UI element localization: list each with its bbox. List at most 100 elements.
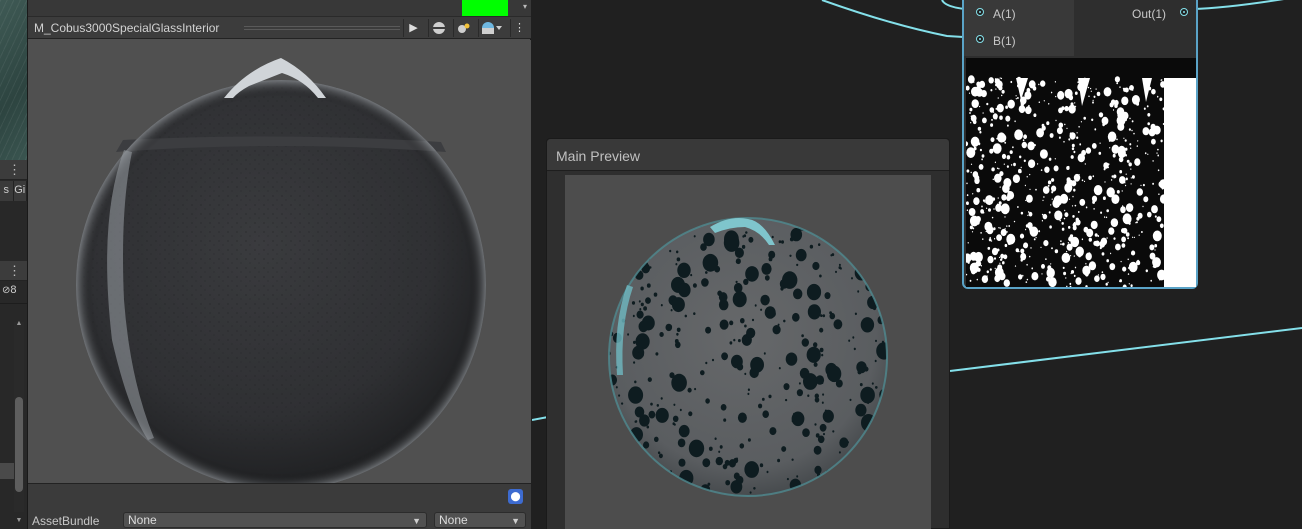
droplet-spot xyxy=(881,290,884,293)
main-preview-header[interactable]: Main Preview xyxy=(547,139,949,171)
droplet-dot xyxy=(1077,153,1085,163)
droplet-dot xyxy=(1131,120,1134,123)
shader-node[interactable]: A(1) B(1) Out(1) xyxy=(962,0,1198,289)
droplet-dot xyxy=(1133,236,1135,239)
droplet-spot xyxy=(821,401,824,404)
droplet-dot xyxy=(1004,141,1007,144)
output-port[interactable] xyxy=(1180,8,1188,16)
droplet-dot xyxy=(1120,206,1126,214)
droplet-dot xyxy=(1000,77,1003,80)
droplet-spot xyxy=(814,465,822,475)
kebab-menu-icon[interactable]: ⋮ xyxy=(510,19,528,37)
asset-bundle-variant-dropdown[interactable]: None ▼ xyxy=(434,512,526,528)
lighting-icon[interactable] xyxy=(453,19,473,37)
background-sphere-icon[interactable] xyxy=(478,19,504,37)
droplet-dot xyxy=(979,105,981,108)
sphere-shape-icon[interactable] xyxy=(428,19,448,37)
droplet-dot xyxy=(1093,240,1098,246)
input-port-b[interactable] xyxy=(976,35,984,43)
droplet-dot xyxy=(1025,228,1027,231)
droplet-dot xyxy=(1080,121,1082,123)
droplet-spot xyxy=(863,263,866,266)
edge-wire[interactable] xyxy=(821,0,981,39)
droplet-dot xyxy=(1154,249,1156,251)
edge-wire[interactable] xyxy=(1191,0,1302,10)
dropdown-chevron-icon[interactable]: ▾ xyxy=(523,2,527,11)
selected-row[interactable] xyxy=(0,463,14,479)
kebab-menu-icon[interactable]: ⋮ xyxy=(8,163,21,176)
droplet-dot xyxy=(1143,107,1146,110)
droplet-dot xyxy=(1079,255,1081,258)
droplet-spot xyxy=(863,221,873,234)
droplet-spot xyxy=(766,297,769,301)
droplet-dot xyxy=(1037,163,1039,165)
droplet-dot xyxy=(1026,263,1028,266)
droplet-dot xyxy=(1103,87,1112,97)
droplet-dot xyxy=(1015,98,1017,100)
droplet-spot xyxy=(759,463,764,468)
droplet-spot xyxy=(721,352,728,361)
scrollbar-thumb[interactable] xyxy=(15,397,23,492)
droplet-dot xyxy=(1085,262,1087,265)
droplet-dot xyxy=(1004,243,1008,248)
droplet-spot xyxy=(643,306,647,311)
chevron-down-icon: ▼ xyxy=(412,516,421,526)
droplet-dot xyxy=(1152,230,1162,242)
scene-view-thumbnail[interactable] xyxy=(0,0,27,160)
hidden-objects-counter[interactable]: ⊘8 xyxy=(0,281,27,299)
droplet-dot xyxy=(991,240,993,242)
droplet-dot xyxy=(1043,240,1049,247)
material-name: M_Cobus3000SpecialGlassInterior xyxy=(34,21,220,35)
droplet-spot xyxy=(649,266,652,269)
droplet-dot xyxy=(1041,125,1046,131)
droplet-dot xyxy=(1005,105,1008,109)
edge-wire[interactable] xyxy=(949,327,1302,372)
scroll-up-icon[interactable]: ▲ xyxy=(14,320,24,327)
droplet-dot xyxy=(1142,205,1144,208)
tag-icon[interactable]: ⬤ xyxy=(508,489,523,504)
tab-label[interactable]: s xyxy=(0,181,14,201)
scroll-down-icon[interactable]: ▼ xyxy=(14,517,24,524)
droplet-dot xyxy=(973,197,980,206)
main-preview-viewport[interactable] xyxy=(565,175,931,529)
input-port-a[interactable] xyxy=(976,8,984,16)
droplet-spot xyxy=(672,284,676,289)
droplet-spot xyxy=(801,334,804,338)
vertical-scrollbar[interactable]: ▲ ▼ xyxy=(14,320,24,524)
droplet-spot xyxy=(705,361,708,365)
droplet-spot xyxy=(633,340,636,344)
panel-header: ⋮ xyxy=(0,261,27,281)
droplet-spot xyxy=(762,410,769,418)
droplet-dot xyxy=(1055,95,1057,98)
droplet-spot xyxy=(634,406,645,418)
droplet-spot xyxy=(724,459,730,466)
droplet-dot xyxy=(1087,86,1090,89)
droplet-dot xyxy=(1122,227,1128,234)
droplet-dot xyxy=(997,197,999,199)
drag-grip[interactable] xyxy=(244,26,400,30)
droplet-spot xyxy=(796,475,799,478)
material-preview-viewport[interactable] xyxy=(28,40,531,483)
droplet-dot xyxy=(1156,216,1162,223)
tab-label[interactable]: Gi xyxy=(14,181,27,201)
droplet-dot xyxy=(985,230,987,233)
noise-texture xyxy=(966,58,1196,287)
asset-bundle-name-dropdown[interactable]: None ▼ xyxy=(123,512,427,528)
droplet-spot xyxy=(632,314,635,318)
droplet-spot xyxy=(744,324,747,328)
unity-editor: ⋮ s Gi ⋮ ⊘8 ▲ ▼ ▾ M_Cobus3000SpecialGlas… xyxy=(0,0,1302,529)
droplet-spot xyxy=(612,436,615,440)
droplet-dot xyxy=(1136,145,1138,147)
play-icon[interactable]: ▶ xyxy=(403,19,423,37)
droplet-dot xyxy=(1159,179,1168,189)
kebab-menu-icon[interactable]: ⋮ xyxy=(8,264,21,277)
droplet-dot xyxy=(966,182,968,185)
shader-graph-canvas[interactable]: Main Preview A(1) B(1) Out(1) xyxy=(532,0,1302,529)
droplet-dot xyxy=(993,117,996,119)
color-swatch[interactable] xyxy=(462,0,508,16)
droplet-spot xyxy=(609,434,618,444)
droplet-dot xyxy=(1015,95,1017,97)
droplet-spot xyxy=(675,263,678,266)
droplet-dot xyxy=(1105,216,1108,219)
droplet-dot xyxy=(1092,175,1095,178)
